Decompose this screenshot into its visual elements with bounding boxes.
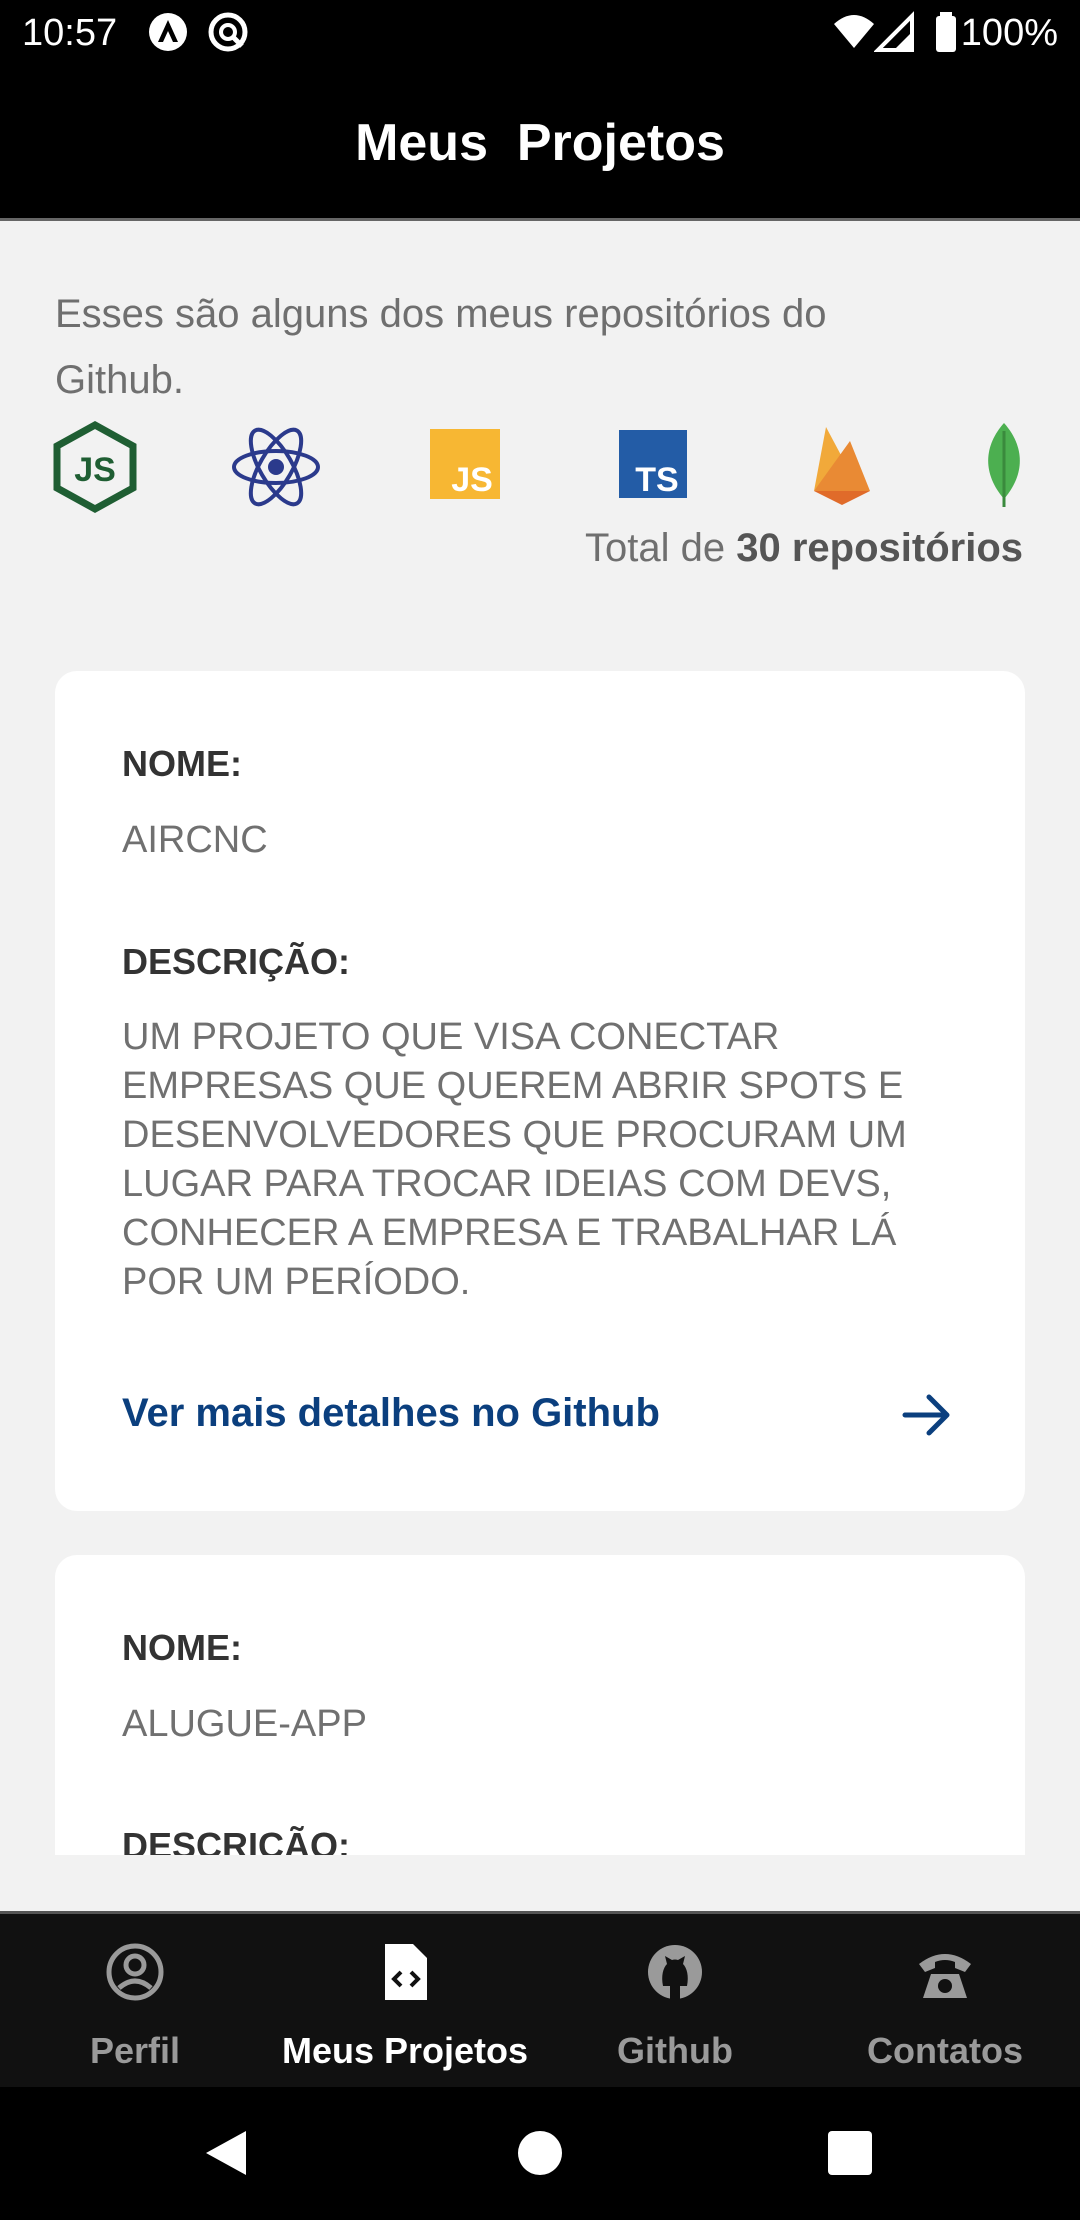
bottom-navigation: Perfil Meus Projetos Github Contatos: [0, 1911, 1080, 2090]
project-description: UM PROJETO QUE VISA CONECTAR EMPRESAS QU…: [122, 1016, 907, 1303]
projects-content[interactable]: Esses são alguns dos meus repositórios d…: [0, 221, 1080, 1911]
nav-item-contatos[interactable]: Contatos: [810, 1914, 1080, 2090]
name-label: NOME:: [122, 1627, 242, 1668]
mongodb-icon: [988, 423, 1020, 507]
project-name: ALUGUE-APP: [122, 1703, 367, 1745]
home-icon[interactable]: [512, 2125, 568, 2181]
project-card: NOME: AIRCNC DESCRIÇÃO: UM PROJETO QUE V…: [55, 671, 1025, 1511]
app-header: Meus Projetos: [0, 68, 1080, 221]
description-label: DESCRIÇÃO:: [122, 941, 351, 982]
javascript-icon: JS: [430, 429, 500, 499]
project-name: AIRCNC: [122, 819, 268, 861]
firebase-icon: [814, 427, 870, 505]
name-label: NOME:: [122, 743, 242, 784]
notification-sync-icon: [208, 12, 248, 52]
phone-icon: [919, 1954, 971, 1998]
notification-app-icon: [149, 13, 187, 51]
svg-text:JS: JS: [451, 461, 493, 499]
profile-icon: [106, 1943, 164, 2001]
nav-label: Perfil: [89, 2030, 181, 2071]
nav-item-meus-projetos[interactable]: Meus Projetos: [270, 1914, 540, 2090]
signal-icon: [874, 11, 914, 52]
typescript-icon: TS: [619, 430, 687, 498]
nav-label: Meus Projetos: [281, 2030, 529, 2071]
scroll-clip: [0, 1855, 1080, 1911]
arrow-right-icon[interactable]: [899, 1387, 955, 1443]
nav-item-perfil[interactable]: Perfil: [0, 1914, 270, 2090]
intro-text: Esses são alguns dos meus repositórios d…: [55, 292, 827, 402]
wifi-icon: [834, 15, 874, 48]
repo-total: Total de 30 repositórios: [585, 526, 1023, 570]
status-bar: 10:57 100%: [0, 0, 1080, 68]
nav-label: Contatos: [867, 2030, 1023, 2071]
github-details-link[interactable]: Ver mais detalhes no Github: [122, 1391, 660, 1436]
code-file-icon: [385, 1944, 427, 2000]
svg-text:TS: TS: [635, 461, 678, 498]
nav-label: Github: [617, 2030, 733, 2071]
recents-icon[interactable]: [822, 2125, 878, 2181]
system-navigation: [0, 2087, 1080, 2220]
page-title: Meus Projetos: [355, 114, 725, 172]
react-icon: [232, 427, 320, 507]
status-time: 10:57: [22, 12, 118, 54]
github-icon: [648, 1945, 702, 2000]
svg-text:JS: JS: [74, 451, 116, 489]
nodejs-icon: JS: [53, 421, 137, 513]
battery-level: 100%: [960, 12, 1058, 54]
back-icon[interactable]: [198, 2125, 254, 2181]
nav-item-github[interactable]: Github: [540, 1914, 810, 2090]
